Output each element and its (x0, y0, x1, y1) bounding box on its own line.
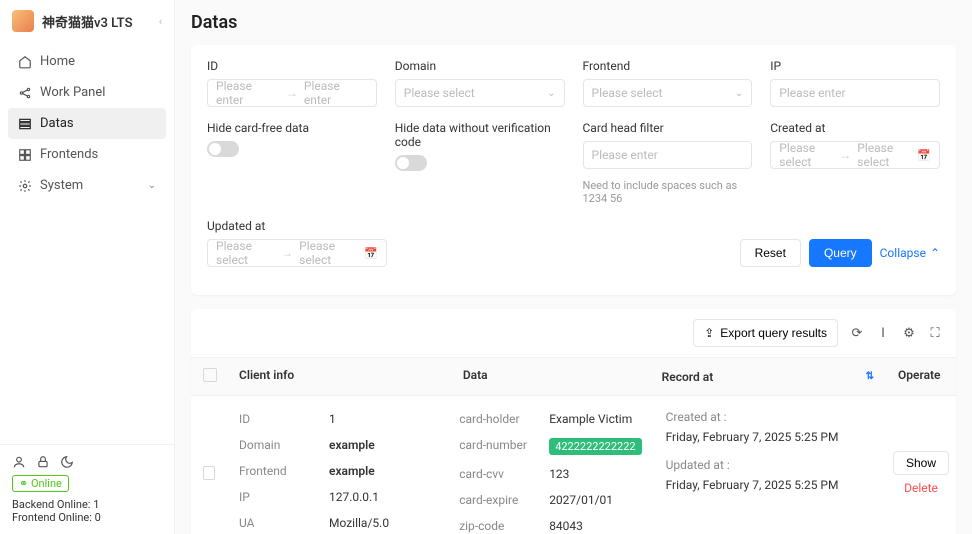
sort-icon: ⇅ (866, 371, 874, 382)
id-range-input[interactable]: Please enter→Please enter (207, 79, 377, 107)
backend-status: Backend Online: 1 (12, 498, 162, 511)
hide-no-verif-toggle[interactable] (395, 155, 427, 171)
row-checkbox[interactable] (203, 466, 215, 480)
query-button[interactable]: Query (809, 239, 872, 267)
chevron-up-icon: ⌃ (930, 246, 940, 260)
domain-select[interactable]: Please select⌄ (395, 79, 565, 107)
user-icon[interactable] (12, 455, 26, 469)
sidebar-item-work-panel[interactable]: Work Panel (8, 77, 166, 108)
sidebar-item-datas[interactable]: Datas (8, 108, 166, 139)
home-icon (18, 55, 32, 69)
export-icon: ⇪ (704, 326, 714, 340)
created-at-label: Created at (770, 121, 940, 135)
frontend-status: Frontend Online: 0 (12, 511, 162, 524)
list-icon (18, 117, 32, 131)
show-button[interactable]: Show (893, 451, 949, 475)
sidebar-item-frontends[interactable]: Frontends (8, 139, 166, 170)
frontend-label: Frontend (583, 59, 753, 73)
col-record[interactable]: Record at ⇅ (650, 358, 886, 395)
app-title: 神奇猫猫v3 LTS (42, 12, 133, 31)
sidebar-item-label: Home (40, 54, 75, 69)
online-badge: ⚭ Online (12, 475, 69, 492)
card-head-label: Card head filter (583, 121, 753, 135)
updated-at-range[interactable]: Please select→Please select 📅 (207, 239, 387, 267)
ip-input[interactable]: Please enter (770, 79, 940, 107)
calendar-icon: 📅 (364, 247, 378, 260)
delete-link[interactable]: Delete (904, 481, 938, 495)
col-client: Client info (227, 358, 451, 395)
sidebar-item-label: Work Panel (40, 85, 105, 100)
gear-icon (18, 179, 32, 193)
hide-no-verif-label: Hide data without verification code (395, 121, 565, 149)
moon-icon[interactable] (60, 455, 74, 469)
grid-icon (18, 148, 32, 162)
calendar-icon: 📅 (917, 149, 931, 162)
app-logo (12, 10, 34, 32)
page-title: Datas (191, 12, 956, 33)
export-button[interactable]: ⇪ Export query results (693, 319, 838, 347)
reset-button[interactable]: Reset (740, 239, 801, 267)
settings-icon[interactable]: ⚙ (902, 326, 916, 340)
sidebar-collapse-icon[interactable]: ‹ (159, 15, 162, 28)
created-at-range[interactable]: Please select→Please select 📅 (770, 141, 940, 169)
card-head-help: Need to include spaces such as 1234 56 (583, 179, 753, 205)
select-all-checkbox[interactable] (203, 368, 217, 382)
collapse-link[interactable]: Collapse ⌃ (880, 246, 940, 260)
col-operate: Operate (886, 358, 956, 395)
chevron-down-icon: ⌄ (148, 180, 156, 191)
density-icon[interactable]: I (876, 326, 890, 340)
hide-card-free-label: Hide card-free data (207, 121, 377, 135)
domain-label: Domain (395, 59, 565, 73)
sidebar-item-label: Datas (40, 116, 74, 131)
sidebar-item-label: Frontends (40, 147, 98, 162)
lock-icon[interactable] (36, 455, 50, 469)
sidebar-item-label: System (40, 178, 83, 193)
card-number-badge: 4222222222222 (549, 438, 641, 455)
hide-card-free-toggle[interactable] (207, 141, 239, 157)
link-icon: ⚭ (19, 477, 28, 490)
chevron-down-icon: ⌄ (547, 88, 555, 99)
card-head-input[interactable]: Please enter (583, 141, 753, 169)
table-row: ID1 Domainexample Frontendexample IP127.… (191, 396, 956, 534)
sidebar-item-home[interactable]: Home (8, 46, 166, 77)
id-label: ID (207, 59, 377, 73)
frontend-select[interactable]: Please select⌄ (583, 79, 753, 107)
fullscreen-icon[interactable]: ⛶ (928, 326, 942, 340)
col-data: Data (451, 358, 650, 395)
sidebar-item-system[interactable]: System ⌄ (8, 170, 166, 201)
share-icon (18, 86, 32, 100)
chevron-down-icon: ⌄ (735, 88, 743, 99)
reload-icon[interactable]: ⟳ (850, 326, 864, 340)
ip-label: IP (770, 59, 940, 73)
updated-at-label: Updated at (207, 219, 387, 233)
